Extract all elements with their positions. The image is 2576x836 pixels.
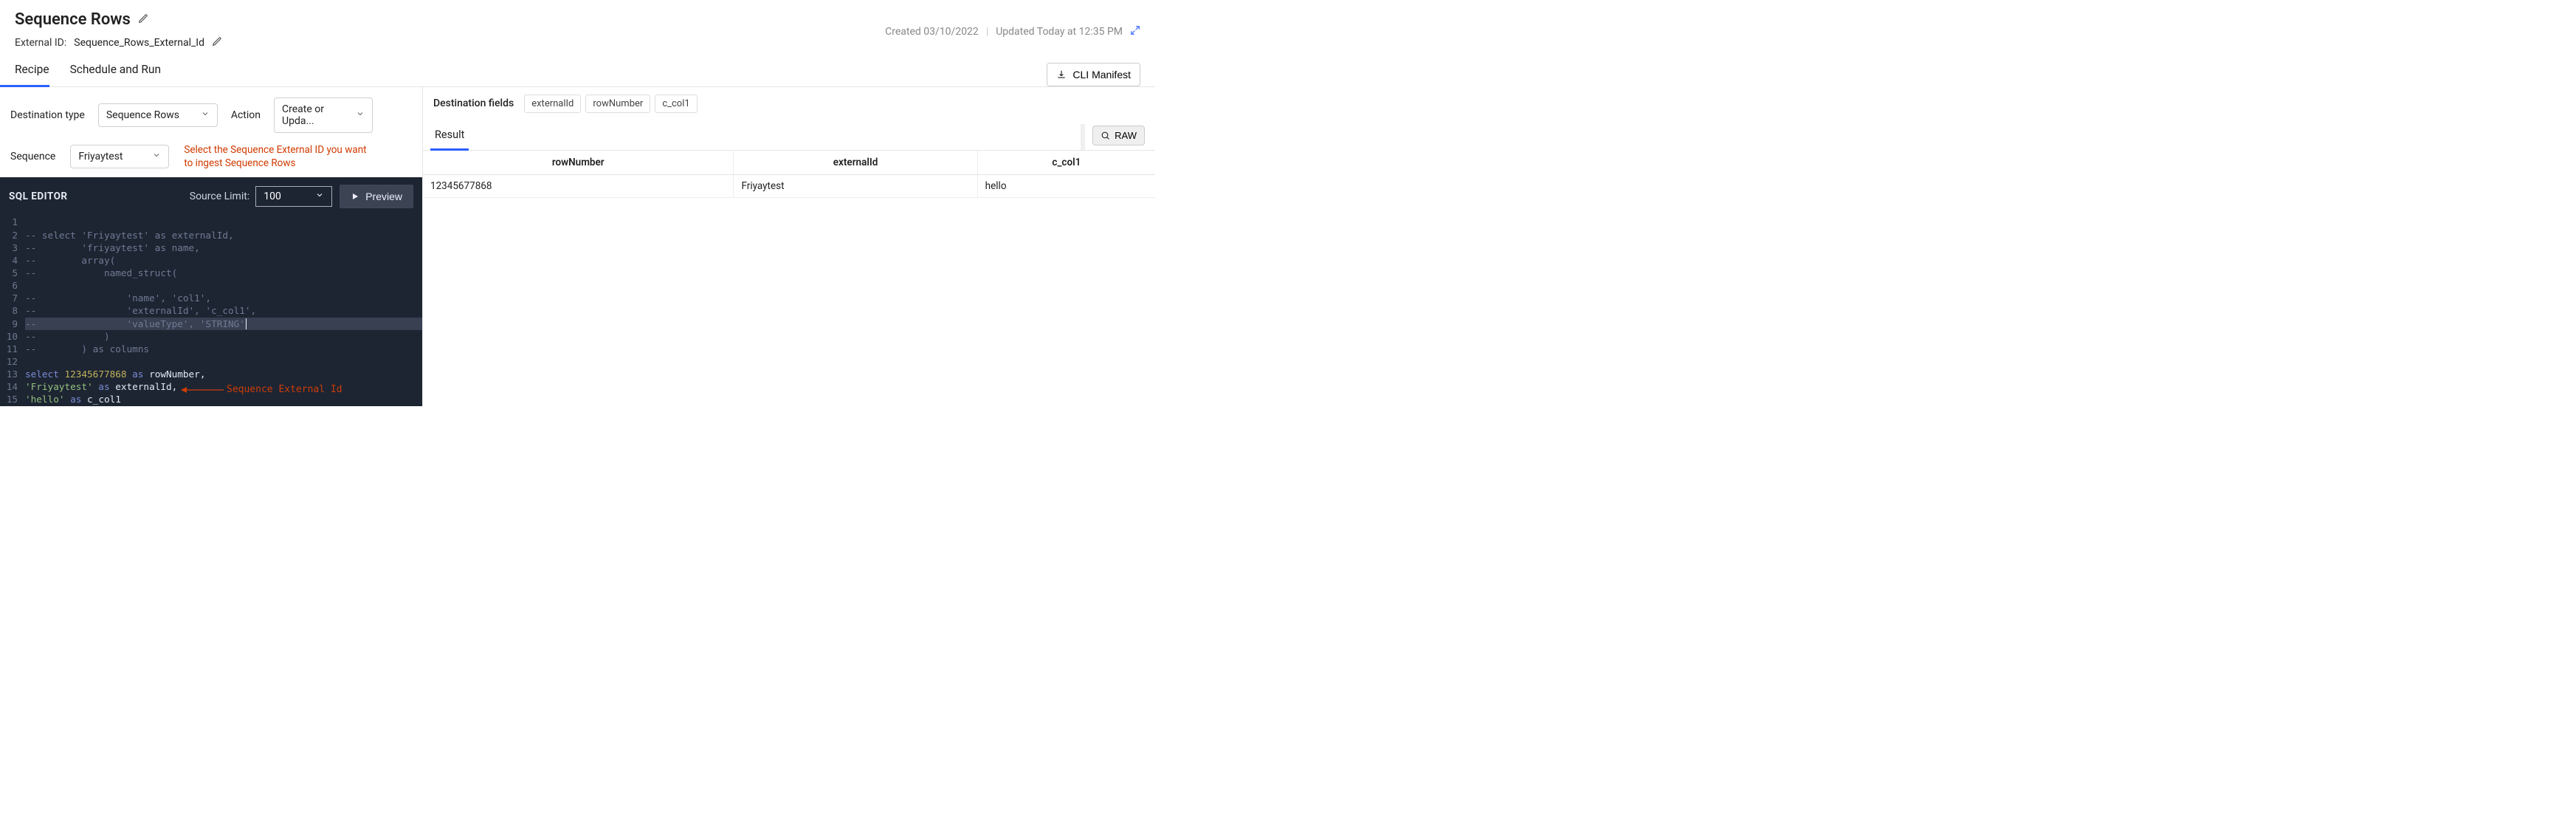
destination-type-label: Destination type <box>10 109 85 121</box>
code-text: -- 'friyaytest' as name, <box>25 241 422 254</box>
code-line[interactable]: 4-- array( <box>0 254 422 267</box>
line-number: 15 <box>0 393 25 405</box>
line-number: 4 <box>0 254 25 267</box>
scrollbar-track[interactable] <box>1081 124 1085 150</box>
raw-button[interactable]: RAW <box>1092 126 1145 145</box>
sql-editor: SQL EDITOR Source Limit: 100 Preview 12-… <box>0 177 422 405</box>
tab-result[interactable]: Result <box>433 124 466 150</box>
line-number: 1 <box>0 216 25 228</box>
table-row: 12345677868Friyaytesthello <box>423 175 1155 198</box>
line-number: 11 <box>0 343 25 355</box>
source-limit-value: 100 <box>264 191 281 202</box>
code-text <box>25 216 422 228</box>
line-number: 3 <box>0 241 25 254</box>
meta-separator: | <box>986 26 988 38</box>
code-line[interactable]: 1 <box>0 216 422 228</box>
code-text: select 12345677868 as rowNumber, <box>25 368 422 380</box>
code-text: 'hello' as c_col1 <box>25 393 422 405</box>
code-line[interactable]: 15'hello' as c_col1 <box>0 393 422 405</box>
results-table: rowNumberexternalIdc_col1 12345677868Fri… <box>423 151 1155 198</box>
action-label: Action <box>231 109 261 121</box>
source-limit-select[interactable]: 100 <box>255 186 332 207</box>
sequence-value: Friyaytest <box>78 151 123 162</box>
code-text: -- ) <box>25 330 422 343</box>
destination-fields-label: Destination fields <box>433 97 514 109</box>
source-limit-label: Source Limit: <box>190 191 249 202</box>
line-number: 5 <box>0 267 25 279</box>
line-number: 7 <box>0 292 25 304</box>
code-text: -- 'valueType', 'STRING' <box>25 318 422 330</box>
tab-schedule-and-run[interactable]: Schedule and Run <box>70 63 161 86</box>
line-number: 2 <box>0 229 25 241</box>
code-line[interactable]: 11-- ) as columns <box>0 343 422 355</box>
code-text <box>25 355 422 368</box>
table-cell: hello <box>977 175 1155 198</box>
destination-field-chip: c_col1 <box>655 95 697 113</box>
code-line[interactable]: 12 <box>0 355 422 368</box>
code-text: -- ) as columns <box>25 343 422 355</box>
edit-external-id-icon[interactable] <box>212 36 222 49</box>
line-number: 14 <box>0 380 25 393</box>
table-cell: Friyaytest <box>734 175 977 198</box>
table-cell: 12345677868 <box>423 175 734 198</box>
code-line[interactable]: 3-- 'friyaytest' as name, <box>0 241 422 254</box>
preview-button[interactable]: Preview <box>340 185 413 208</box>
chevron-down-icon <box>152 151 161 162</box>
line-number: 8 <box>0 304 25 317</box>
external-id-value: Sequence_Rows_External_Id <box>74 37 204 49</box>
code-line[interactable]: 2-- select 'Friyaytest' as externalId, <box>0 229 422 241</box>
line-number: 10 <box>0 330 25 343</box>
edit-title-icon[interactable] <box>138 13 148 27</box>
code-text: 'Friyaytest' as externalId, <box>25 380 422 393</box>
updated-text: Updated Today at 12:35 PM <box>996 26 1123 38</box>
code-text: -- 'externalId', 'c_col1', <box>25 304 422 317</box>
sequence-hint-text: Select the Sequence External ID you want… <box>184 143 376 170</box>
raw-label: RAW <box>1115 130 1137 141</box>
sequence-label: Sequence <box>10 151 55 162</box>
column-header[interactable]: c_col1 <box>977 151 1155 175</box>
code-line[interactable]: 14'Friyaytest' as externalId, <box>0 380 422 393</box>
code-line[interactable]: 10-- ) <box>0 330 422 343</box>
code-line[interactable]: 5-- named_struct( <box>0 267 422 279</box>
code-text: -- 'name', 'col1', <box>25 292 422 304</box>
chevron-down-icon <box>201 109 210 121</box>
preview-label: Preview <box>365 191 402 202</box>
line-number: 13 <box>0 368 25 380</box>
code-line[interactable]: 9-- 'valueType', 'STRING' <box>0 318 422 330</box>
cli-manifest-label: CLI Manifest <box>1072 69 1131 80</box>
expand-icon[interactable] <box>1130 25 1140 38</box>
tab-recipe[interactable]: Recipe <box>15 63 49 86</box>
code-line[interactable]: 13select 12345677868 as rowNumber, <box>0 368 422 380</box>
action-value: Create or Upda... <box>282 103 348 127</box>
destination-type-value: Sequence Rows <box>106 109 179 121</box>
destination-field-chip: rowNumber <box>585 95 650 113</box>
code-area[interactable]: 12-- select 'Friyaytest' as externalId,3… <box>0 216 422 405</box>
page-title: Sequence Rows <box>15 10 131 29</box>
sql-editor-title: SQL EDITOR <box>9 191 68 202</box>
destination-field-chip: externalId <box>524 95 581 113</box>
line-number: 6 <box>0 279 25 292</box>
code-text <box>25 279 422 292</box>
sequence-select[interactable]: Friyaytest <box>70 145 169 168</box>
chevron-down-icon <box>356 109 365 121</box>
code-text: -- select 'Friyaytest' as externalId, <box>25 229 422 241</box>
line-number: 12 <box>0 355 25 368</box>
created-text: Created 03/10/2022 <box>885 26 979 38</box>
column-header[interactable]: rowNumber <box>423 151 734 175</box>
cli-manifest-button[interactable]: CLI Manifest <box>1047 63 1140 86</box>
action-select[interactable]: Create or Upda... <box>274 97 373 133</box>
code-line[interactable]: 6 <box>0 279 422 292</box>
line-number: 9 <box>0 318 25 330</box>
external-id-label: External ID: <box>15 37 66 49</box>
code-line[interactable]: 8-- 'externalId', 'c_col1', <box>0 304 422 317</box>
chevron-down-icon <box>315 191 324 202</box>
code-text: -- array( <box>25 254 422 267</box>
column-header[interactable]: externalId <box>734 151 977 175</box>
code-line[interactable]: 7-- 'name', 'col1', <box>0 292 422 304</box>
destination-type-select[interactable]: Sequence Rows <box>98 103 218 127</box>
code-text: -- named_struct( <box>25 267 422 279</box>
